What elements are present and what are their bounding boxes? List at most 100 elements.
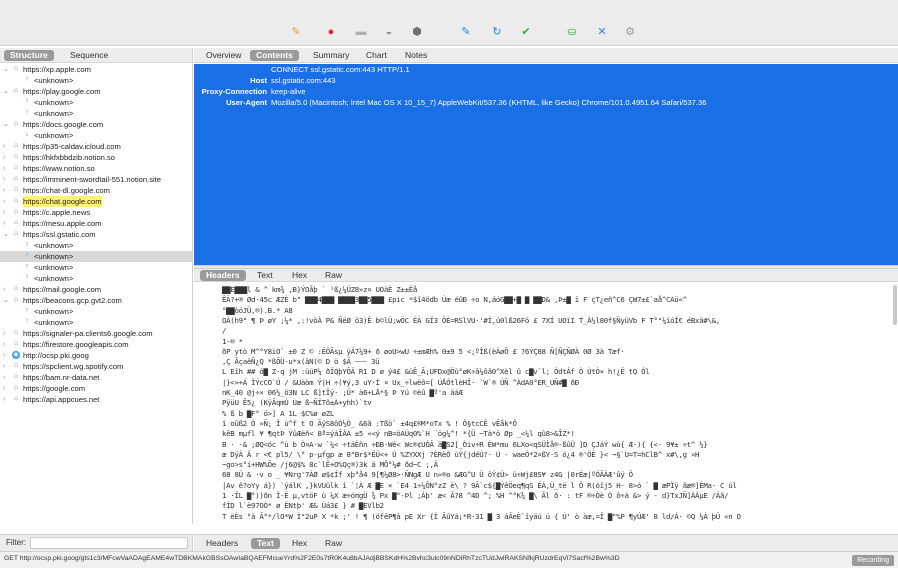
tree-row-host[interactable]: › ⌂ https://signaler-pa.clients6.google.co… (0, 328, 192, 339)
tab-response-headers[interactable]: Headers (200, 270, 246, 281)
tab-chart[interactable]: Chart (360, 50, 393, 61)
tree-row-host[interactable]: ⌄ ⌂ https://docs.google.com (0, 119, 192, 130)
chevron-right-icon[interactable]: › (3, 361, 11, 372)
chevron-right-icon[interactable]: › (3, 339, 11, 350)
tree-row-request[interactable]: ↑ <unknown> (0, 251, 192, 262)
tree-row-host[interactable]: › ⌂ https://chat.google.com (0, 196, 192, 207)
tab-response-hex[interactable]: Hex (286, 270, 313, 281)
chevron-down-icon[interactable]: ⌄ (3, 229, 11, 240)
basket-icon[interactable]: ⛀ (566, 26, 578, 38)
tree-row-host[interactable]: › ⌂ https://hkfxbbdzib.notion.so (0, 152, 192, 163)
settings-gear-icon[interactable]: ⚙ (624, 26, 636, 38)
tree-row-host[interactable]: › ⌂ https://p35-caldav.icloud.com (0, 141, 192, 152)
tree-row-label: <unknown> (34, 98, 74, 107)
recording-badge[interactable]: Recording (852, 555, 894, 566)
bottom-tabs: Headers Text Hex Raw (194, 534, 898, 551)
breakpoint-icon[interactable]: ⬢ (411, 26, 423, 38)
tab-response-text[interactable]: Text (251, 270, 279, 281)
tree-row-request[interactable]: ↑ <unknown> (0, 240, 192, 251)
tree-row-label: https://c.apple.news (23, 208, 91, 217)
tab-bottom-hex[interactable]: Hex (286, 538, 313, 549)
tree-row-host[interactable]: › ⌂ https://google.com (0, 383, 192, 394)
body-text-line: fÍD l`è97OÓ* ø ÈNtþ' Æ& Ùá3£ } # ▇EVlb2 (222, 501, 384, 511)
body-text-line: 1 ·ÎL ▇°))ðn Ï-Ë µ,vtöF ù ¼X æ÷óπgÜ ¾ Px… (222, 491, 729, 500)
lock-icon: ⌂ (13, 329, 19, 336)
tree-row-label: https://chat.google.com (23, 196, 102, 207)
tree-row-host[interactable]: ⌄ ⌂ https://ssl.gstatic.com (0, 229, 192, 240)
request-header-row[interactable]: CONNECT ssl.gstatic.com:443 HTTP/1.1 (194, 64, 898, 75)
check-icon[interactable]: ✔ (520, 26, 532, 38)
tree-row-request[interactable]: ↓ <unknown> (0, 130, 192, 141)
lock-icon: ⌂ (13, 384, 19, 391)
tree-row-host[interactable]: › ⌂ https://mesu.apple.com (0, 218, 192, 229)
chevron-right-icon[interactable]: › (3, 284, 11, 295)
tab-overview[interactable]: Overview (200, 50, 247, 61)
tree-row-host[interactable]: › ⌂ https://spclient.wg.spotify.com (0, 361, 192, 372)
tree-row-request[interactable]: ↑ <unknown> (0, 306, 192, 317)
tab-sequence[interactable]: Sequence (64, 50, 114, 61)
tree-row-host[interactable]: › ⌂ https://bam.nr-data.net (0, 372, 192, 383)
tab-summary[interactable]: Summary (307, 50, 355, 61)
filter-input[interactable] (30, 537, 188, 549)
tree-row-host[interactable]: › ⌂ https://imminent-swordtail-551.notion.… (0, 174, 192, 185)
chevron-right-icon[interactable]: › (3, 163, 11, 174)
lock-icon: ⌂ (13, 142, 19, 149)
body-text-line: ~go>s°í+HW%Õe /j6@$% 8c`lÊ+O%Qç®)3k ä MÔ… (222, 460, 438, 470)
chevron-right-icon[interactable]: › (3, 383, 11, 394)
tree-row-request[interactable]: ↑ <unknown> (0, 108, 192, 119)
arrow-up-icon: ↑ (25, 252, 29, 259)
chevron-right-icon[interactable]: › (3, 174, 11, 185)
request-header-row[interactable]: Host ssl.gstatic.com:443 (194, 75, 898, 86)
chevron-down-icon[interactable]: ⌄ (3, 64, 11, 75)
chevron-down-icon[interactable]: ⌄ (3, 86, 11, 97)
chevron-right-icon[interactable]: › (3, 141, 11, 152)
tree-row-host[interactable]: › ⌂ https://mail.google.com (0, 284, 192, 295)
tree-row-host[interactable]: › ⌂ https://api.appcues.net (0, 394, 192, 405)
tools-icon[interactable]: ✕ (596, 26, 608, 38)
tree-row-host[interactable]: › ⌂ https://chat-dl.google.com (0, 185, 192, 196)
chevron-right-icon[interactable]: › (3, 350, 11, 361)
tab-bottom-raw[interactable]: Raw (319, 538, 348, 549)
tree-row-request[interactable]: ↑ <unknown> (0, 317, 192, 328)
chevron-down-icon[interactable]: ⌄ (3, 119, 11, 130)
tab-notes[interactable]: Notes (399, 50, 433, 61)
chevron-down-icon[interactable]: ⌄ (3, 295, 11, 306)
request-header-row[interactable]: User-Agent Mozilla/5.0 (Macintosh; Intel … (194, 97, 898, 108)
pen-icon[interactable]: ✎ (460, 26, 472, 38)
tree-row-host[interactable]: › ◉ http://ocsp.pki.goog (0, 350, 192, 361)
tab-response-raw[interactable]: Raw (319, 270, 348, 281)
chevron-right-icon[interactable]: › (3, 207, 11, 218)
tree-row-label: https://imminent-swordtail-551.notion.si… (23, 175, 162, 184)
chevron-right-icon[interactable]: › (3, 394, 11, 405)
broom-icon[interactable]: ✎ (290, 26, 302, 38)
chevron-right-icon[interactable]: › (3, 152, 11, 163)
chevron-right-icon[interactable]: › (3, 372, 11, 383)
refresh-icon[interactable]: ↻ (491, 26, 503, 38)
tree-row-host[interactable]: › ⌂ https://www.notion.so (0, 163, 192, 174)
tab-contents[interactable]: Contents (250, 50, 299, 61)
scrollbar-thumb[interactable] (893, 285, 897, 325)
tree-row-request[interactable]: ↑ <unknown> (0, 75, 192, 86)
chevron-right-icon[interactable]: › (3, 328, 11, 339)
toolbar: ✎ ● ▬ ◒ ⬢ ✎ ↻ ✔ ⛀ ✕ ⚙ (0, 0, 898, 46)
chevron-right-icon[interactable]: › (3, 196, 11, 207)
record-icon[interactable]: ● (325, 26, 337, 38)
response-body-pane[interactable]: ▇▇E▇▇▇l & ^ km¾ ,B}ÝOåþ ` ¹ß¿¼ÜZ8»z¤ UOä… (194, 283, 898, 532)
tree-row-host[interactable]: ⌄ ⌂ https://xp.apple.com (0, 64, 192, 75)
throttle-icon[interactable]: ▬ (355, 26, 367, 38)
chevron-right-icon[interactable]: › (3, 218, 11, 229)
tree-row-host[interactable]: ⌄ ⌂ https://beacons.gcp.gvt2.com (0, 295, 192, 306)
tab-bottom-headers[interactable]: Headers (200, 538, 244, 549)
tree-row-host[interactable]: › ⌂ https://c.apple.news (0, 207, 192, 218)
chevron-right-icon[interactable]: › (3, 185, 11, 196)
tree-row-label: https://ssl.gstatic.com (23, 230, 96, 239)
turtle-icon[interactable]: ◒ (383, 26, 395, 38)
tree-row-host[interactable]: › ⌂ https://firestore.googleapis.com (0, 339, 192, 350)
tree-row-host[interactable]: ⌄ ⌂ https://play.google.com (0, 86, 192, 97)
tree-row-request[interactable]: ↑ <unknown> (0, 273, 192, 284)
tree-row-request[interactable]: ↑ <unknown> (0, 262, 192, 273)
tree-row-request[interactable]: ↑ <unknown> (0, 97, 192, 108)
tab-bottom-text[interactable]: Text (251, 538, 280, 549)
tab-structure[interactable]: Structure (4, 50, 54, 61)
request-header-row[interactable]: Proxy-Connection keep-alive (194, 86, 898, 97)
